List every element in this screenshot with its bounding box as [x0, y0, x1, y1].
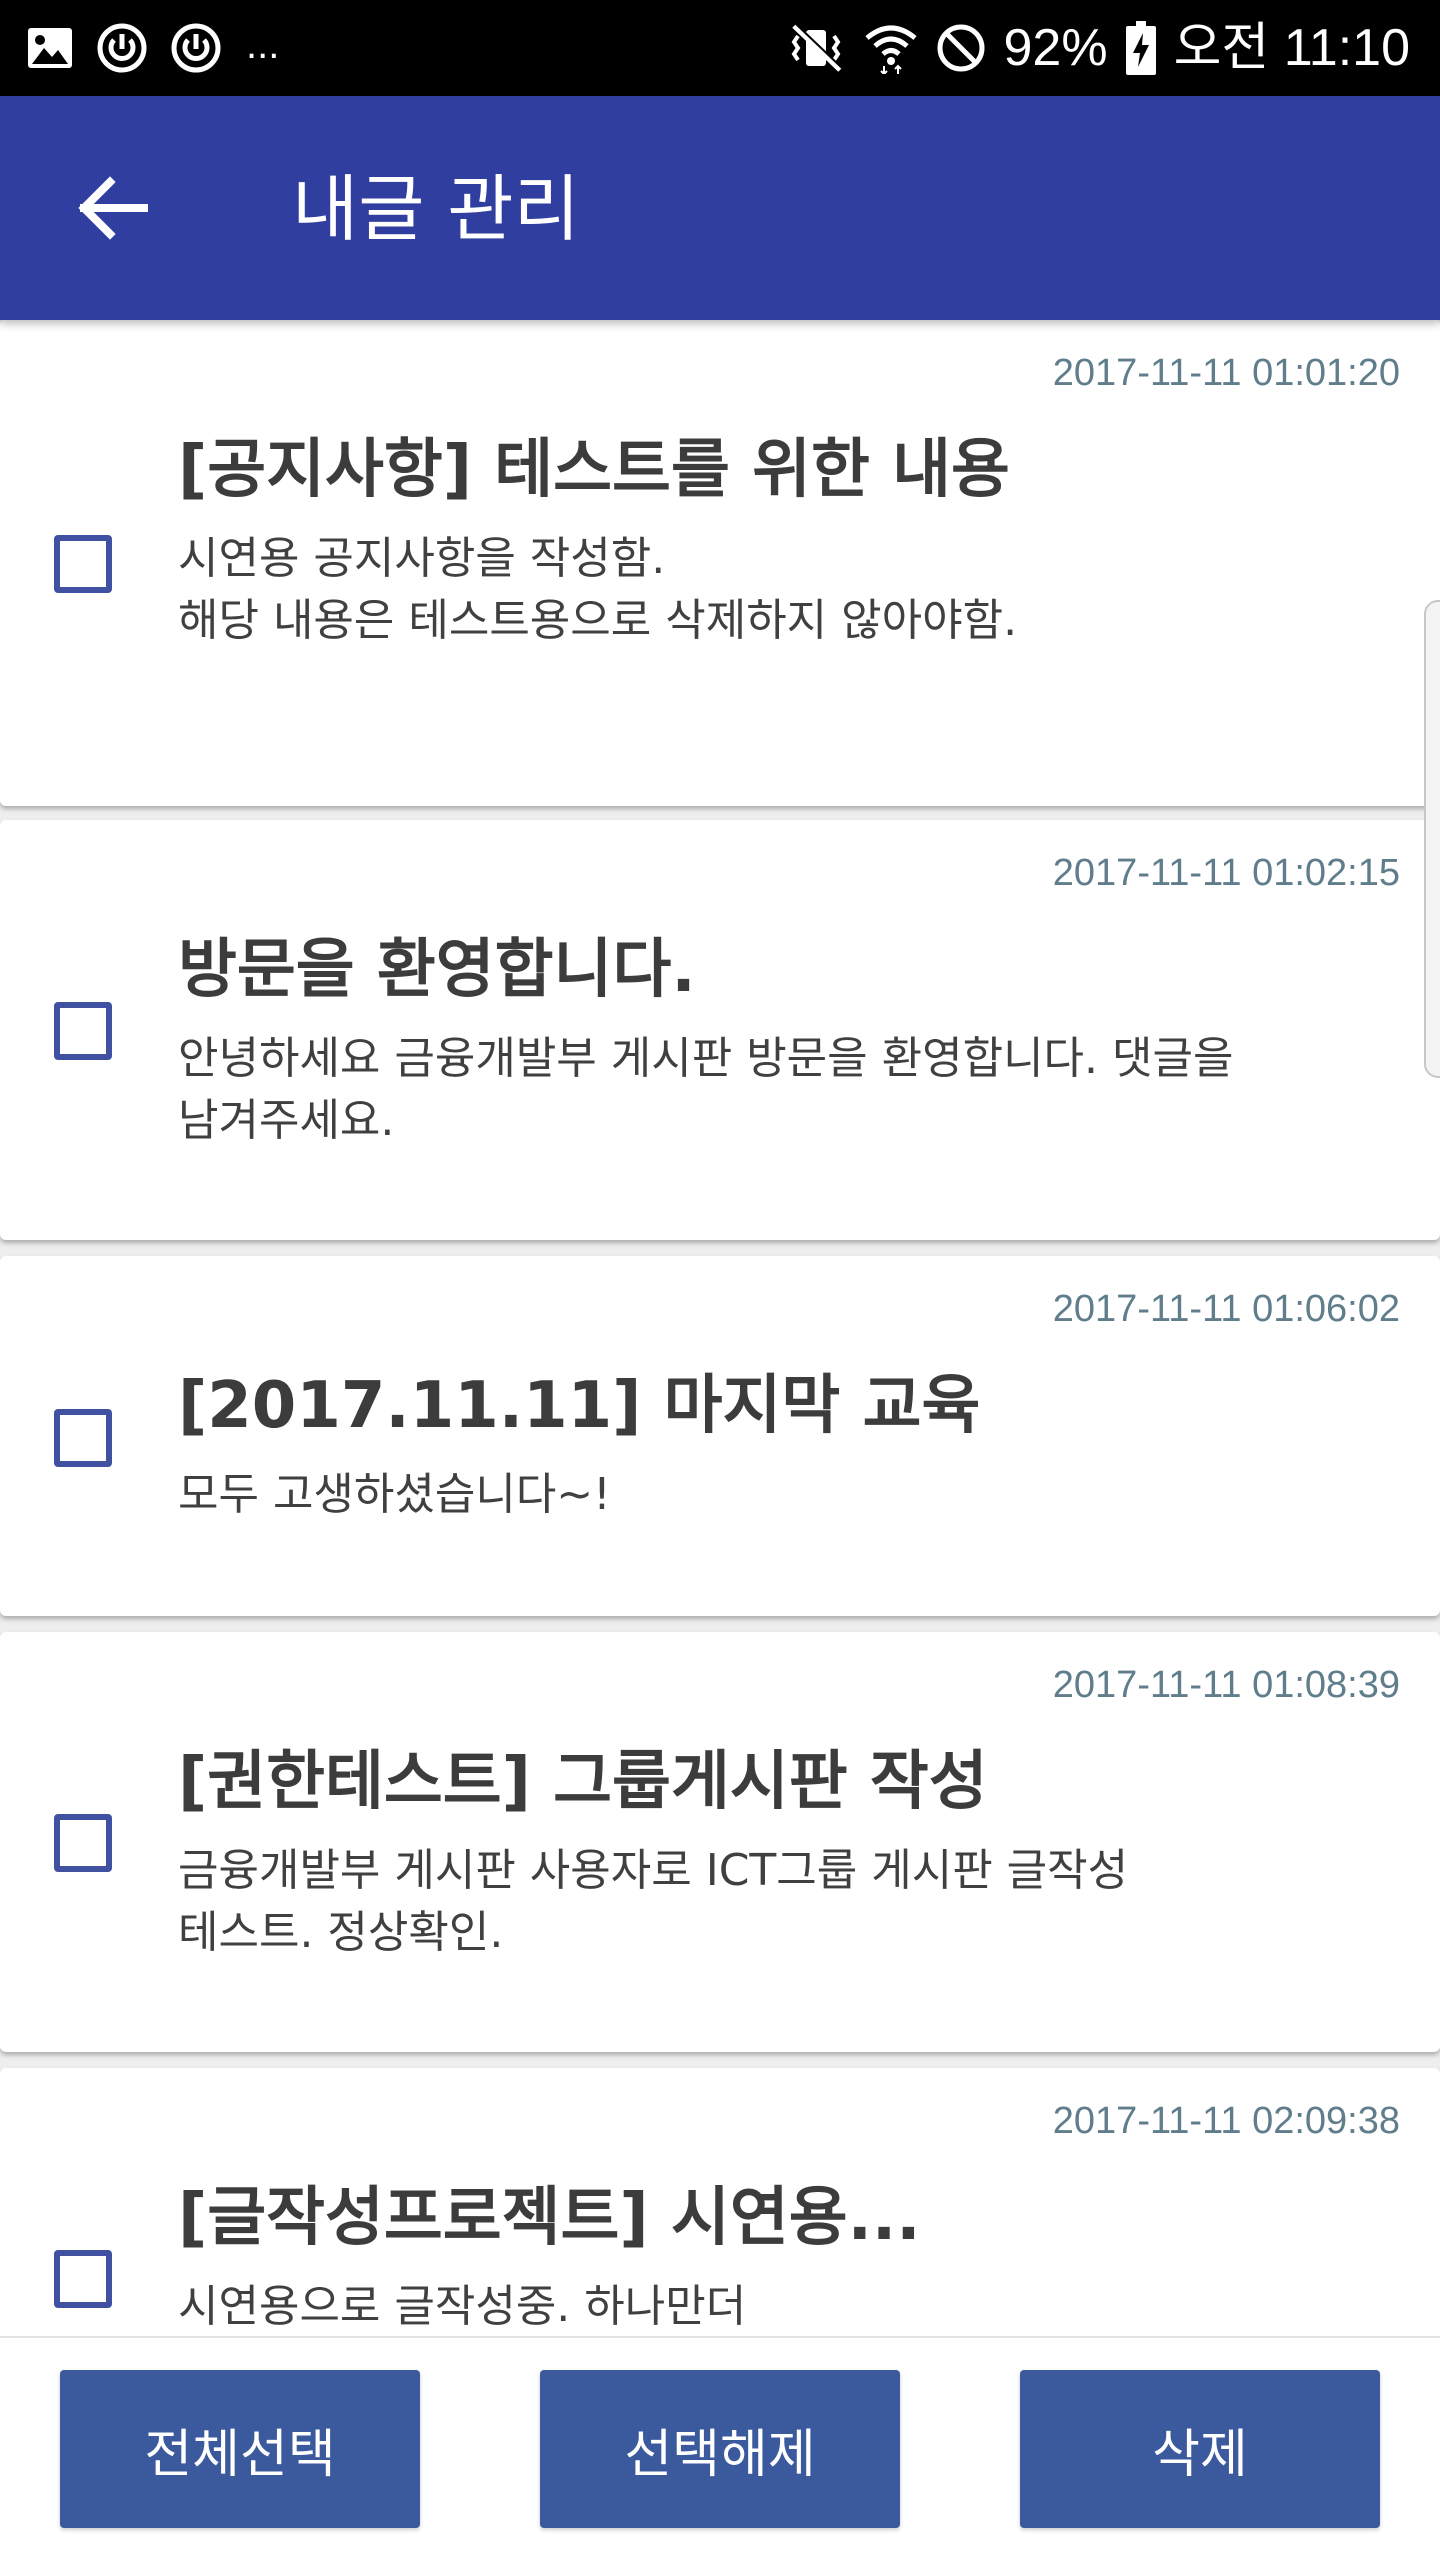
post-card[interactable]: 2017-11-11 01:02:15 방문을 환영합니다. 안녕하세요 금융개…	[0, 820, 1440, 1240]
status-bar: ... 92% 오전 11:10	[0, 0, 1440, 96]
wifi-icon	[864, 22, 918, 74]
post-list: 2017-11-11 01:01:20 [공지사항] 테스트를 위한 내용 시연…	[0, 320, 1440, 2336]
post-title: 방문을 환영합니다.	[178, 933, 696, 1007]
system-status-area: 92% 오전 11:10	[788, 0, 1410, 96]
scroll-handle[interactable]	[1424, 600, 1440, 1078]
post-card[interactable]: 2017-11-11 02:09:38 [글작성프로젝트] 시연용... 시연용…	[0, 2068, 1440, 2336]
battery-percent: 92%	[1003, 19, 1108, 77]
notification-area: ...	[26, 0, 279, 96]
power-ring-icon	[96, 22, 148, 74]
post-title: [글작성프로젝트] 시연용...	[178, 2181, 921, 2255]
post-body: 시연용 공지사항을 작성함. 해당 내용은 테스트용으로 삭제하지 않아야함.	[178, 528, 1368, 652]
vibrate-mute-icon	[788, 22, 846, 74]
post-title: [공지사항] 테스트를 위한 내용	[178, 433, 1010, 507]
deselect-button[interactable]: 선택해제	[540, 2370, 900, 2528]
post-checkbox[interactable]	[54, 2250, 112, 2308]
back-button[interactable]	[64, 162, 160, 258]
post-date: 2017-11-11 01:08:39	[1052, 1664, 1400, 1706]
no-sign-icon	[936, 23, 986, 73]
post-body-line: 안녕하세요 금융개발부 게시판 방문을 환영합니다. 댓글을	[178, 1033, 1234, 1084]
post-body-line: 금융개발부 게시판 사용자로 ICT그룹 게시판 글작성	[178, 1845, 1129, 1896]
post-body: 안녕하세요 금융개발부 게시판 방문을 환영합니다. 댓글을 남겨주세요.	[178, 1028, 1368, 1152]
post-title: [2017.11.11] 마지막 교육	[178, 1369, 981, 1443]
delete-button[interactable]: 삭제	[1020, 2370, 1380, 2528]
post-card[interactable]: 2017-11-11 01:08:39 [권한테스트] 그룹게시판 작성 금융개…	[0, 1632, 1440, 2052]
post-body-line: 시연용으로 글작성중. 하나만더	[178, 2281, 747, 2332]
post-date: 2017-11-11 01:06:02	[1052, 1288, 1400, 1330]
select-all-button[interactable]: 전체선택	[60, 2370, 420, 2528]
post-date: 2017-11-11 02:09:38	[1052, 2100, 1400, 2142]
post-body-line: 모두 고생하셨습니다~!	[178, 1469, 611, 1520]
page-title: 내글 관리	[292, 167, 580, 251]
clock: 오전 11:10	[1173, 19, 1410, 77]
arrow-left-icon	[76, 176, 148, 244]
post-body-line: 해당 내용은 테스트용으로 삭제하지 않아야함.	[178, 595, 1018, 646]
post-date: 2017-11-11 01:01:20	[1052, 352, 1400, 394]
more-notifications-indicator: ...	[246, 23, 280, 67]
post-title: [권한테스트] 그룹게시판 작성	[178, 1745, 988, 1819]
post-body-line: 남겨주세요.	[178, 1095, 395, 1146]
post-body: 시연용으로 글작성중. 하나만더	[178, 2276, 1368, 2336]
post-card[interactable]: 2017-11-11 01:06:02 [2017.11.11] 마지막 교육 …	[0, 1256, 1440, 1616]
post-checkbox[interactable]	[54, 1814, 112, 1872]
post-checkbox[interactable]	[54, 1409, 112, 1467]
action-bar: 전체선택 선택해제 삭제	[0, 2336, 1440, 2562]
post-body-line: 테스트. 정상확인.	[178, 1907, 504, 1958]
post-body: 금융개발부 게시판 사용자로 ICT그룹 게시판 글작성 테스트. 정상확인.	[178, 1840, 1368, 1964]
post-checkbox[interactable]	[54, 535, 112, 593]
gallery-icon	[26, 26, 74, 70]
post-date: 2017-11-11 01:02:15	[1052, 852, 1400, 894]
power-ring-icon	[170, 22, 222, 74]
post-body: 모두 고생하셨습니다~!	[178, 1464, 1368, 1526]
post-checkbox[interactable]	[54, 1002, 112, 1060]
battery-charging-icon	[1125, 21, 1156, 75]
post-card[interactable]: 2017-11-11 01:01:20 [공지사항] 테스트를 위한 내용 시연…	[0, 320, 1440, 806]
post-body-line: 시연용 공지사항을 작성함.	[178, 533, 666, 584]
app-bar: 내글 관리	[0, 96, 1440, 320]
